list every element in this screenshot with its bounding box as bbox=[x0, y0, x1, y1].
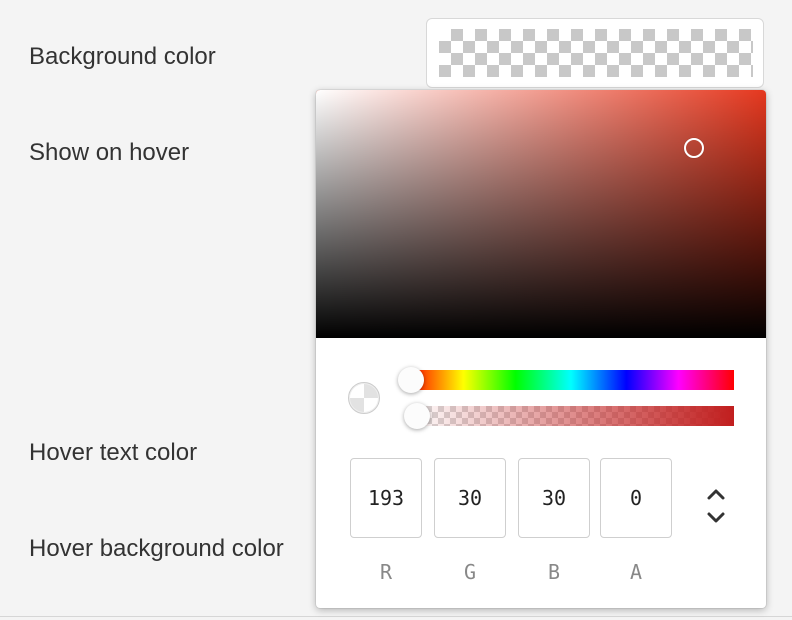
blue-field[interactable] bbox=[518, 458, 590, 538]
hover-background-color-label: Hover background color bbox=[29, 535, 284, 562]
hue-slider[interactable] bbox=[408, 370, 734, 390]
alpha-label: A bbox=[629, 560, 643, 584]
alpha-field[interactable] bbox=[600, 458, 672, 538]
background-color-label: Background color bbox=[29, 43, 216, 70]
saturation-pointer[interactable] bbox=[684, 138, 704, 158]
format-toggle-button[interactable] bbox=[702, 486, 730, 528]
alpha-input[interactable] bbox=[601, 459, 671, 537]
blue-label: B bbox=[547, 560, 561, 584]
red-input[interactable] bbox=[351, 459, 421, 537]
hover-text-color-label: Hover text color bbox=[29, 439, 198, 466]
red-label: R bbox=[379, 560, 393, 584]
green-field[interactable] bbox=[434, 458, 506, 538]
green-input[interactable] bbox=[435, 459, 505, 537]
saturation-area[interactable] bbox=[316, 90, 766, 338]
red-field[interactable] bbox=[350, 458, 422, 538]
blue-input[interactable] bbox=[519, 459, 589, 537]
divider bbox=[0, 616, 792, 617]
show-on-hover-label: Show on hover bbox=[29, 139, 190, 166]
color-preview-dot bbox=[348, 382, 380, 414]
alpha-slider[interactable] bbox=[408, 406, 734, 426]
green-label: G bbox=[463, 560, 477, 584]
chevron-up-down-icon bbox=[707, 489, 725, 523]
hue-slider-handle[interactable] bbox=[398, 367, 424, 393]
color-picker-popover: R G B A bbox=[316, 90, 766, 608]
transparent-swatch-preview bbox=[439, 29, 753, 77]
alpha-slider-handle[interactable] bbox=[404, 403, 430, 429]
background-color-swatch-button[interactable] bbox=[426, 18, 764, 88]
